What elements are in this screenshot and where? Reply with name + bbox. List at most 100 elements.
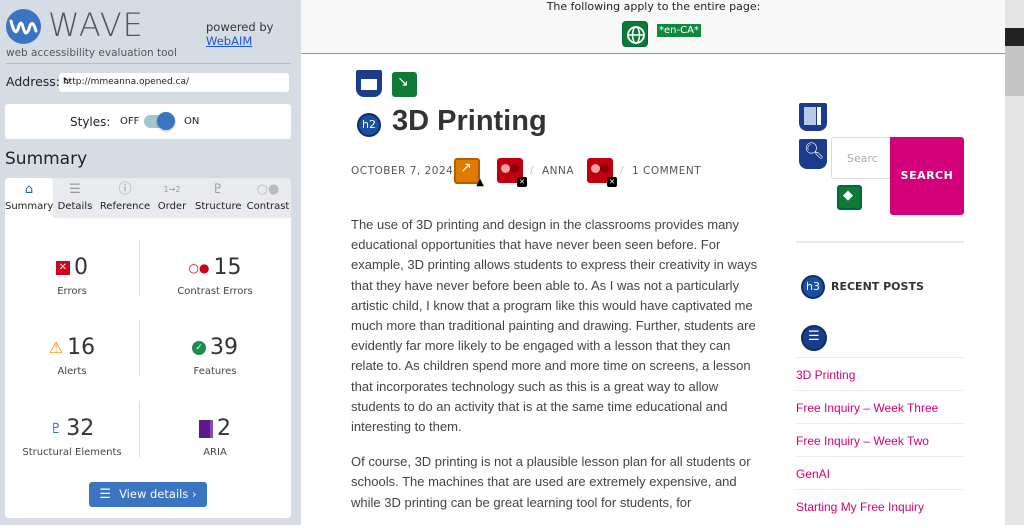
webaim-link[interactable]: WebAIM: [206, 34, 252, 48]
post-paragraph: Of course, 3D printing is not a plausibl…: [351, 454, 751, 510]
arrow-icon: ↗: [460, 160, 472, 176]
tab-reference[interactable]: ⓘ Reference: [97, 178, 153, 218]
arrow-icon: ↘: [397, 74, 409, 90]
stat-contrast-errors[interactable]: ○● 15 Contrast Errors: [139, 255, 291, 297]
summary-heading: Summary: [5, 149, 88, 169]
features-label: Features: [193, 366, 237, 377]
stat-errors[interactable]: ✕ 0 Errors: [5, 255, 139, 297]
styles-label: Styles:: [70, 115, 111, 129]
contrast-error-icon[interactable]: ✕: [587, 158, 617, 187]
landmark-icon-panel: [804, 107, 816, 125]
tab-order[interactable]: 1→2 Order: [155, 178, 189, 218]
window-edge-panel: [1005, 46, 1024, 96]
aria-label: ARIA: [203, 447, 227, 458]
alert-icon: ⚠: [48, 338, 64, 357]
contrast-errors-label: Contrast Errors: [177, 286, 253, 297]
recent-posts-list: 3D Printing Free Inquiry – Week Three Fr…: [796, 357, 964, 522]
page-content: ↘ h2 3D Printing OCTOBER 7, 2024 ↗ ▲ ✕ /…: [302, 55, 1004, 525]
tab-structure[interactable]: ♇ Structure: [195, 178, 242, 218]
alerts-count: 16: [67, 335, 96, 360]
recent-post-link[interactable]: Free Inquiry – Week Three: [796, 390, 964, 423]
search-input[interactable]: Search: [831, 137, 891, 179]
wave-logo-text: WAVE: [48, 6, 144, 44]
post-paragraph: The use of 3D printing and design in the…: [351, 217, 758, 435]
contrast-dot-dark: [600, 164, 609, 173]
view-details-button[interactable]: ☰ View details ›: [89, 482, 207, 507]
post-body: The use of 3D printing and design in the…: [351, 215, 761, 528]
label-tag-icon[interactable]: ◆: [837, 185, 862, 210]
list-icon: ☰: [99, 487, 112, 502]
recent-post-link[interactable]: GenAI: [796, 456, 964, 489]
styles-off-label: OFF: [120, 116, 140, 127]
recent-post-link[interactable]: 3D Printing: [796, 357, 964, 390]
tab-summary[interactable]: ⌂ Summary: [5, 178, 53, 218]
post-date[interactable]: OCTOBER 7, 2024: [351, 165, 453, 177]
error-icon: ✕: [56, 261, 70, 275]
reload-icon[interactable]: ↻: [63, 77, 283, 87]
feature-check-icon: ✓: [192, 341, 206, 355]
contrast-error-icon[interactable]: ✕: [497, 158, 527, 187]
wave-tabs: ⌂ Summary ☰ Details ⓘ Reference 1→2 Orde…: [5, 178, 291, 218]
info-icon: ⓘ: [118, 182, 132, 197]
features-count: 39: [210, 335, 238, 360]
powered-by: powered by WebAIM: [206, 20, 273, 48]
recent-post-link[interactable]: Free Inquiry – Week Two: [796, 423, 964, 456]
warning-icon: ▲: [476, 177, 484, 188]
tab-contrast[interactable]: ○● Contrast: [245, 178, 291, 218]
address-input[interactable]: http://mmeanna.opened.ca/ ↻: [59, 73, 289, 92]
errors-count: 0: [74, 255, 88, 280]
wave-subtitle: web accessibility evaluation tool: [6, 47, 177, 59]
recent-post-link[interactable]: Starting My Free Inquiry: [796, 489, 964, 522]
contrast-icon: ○●: [256, 182, 280, 197]
language-badge: *en-CA*: [657, 24, 701, 37]
list-icon[interactable]: ☰: [801, 325, 827, 351]
language-globe-icon[interactable]: [622, 21, 648, 47]
post-comments-link[interactable]: 1 COMMENT: [632, 165, 701, 177]
stat-structural[interactable]: ♇ 32 Structural Elements: [5, 416, 139, 458]
post-author[interactable]: ANNA: [542, 165, 574, 177]
close-icon: ✕: [517, 177, 527, 187]
structure-icon: ♇: [212, 182, 224, 197]
tag-icon: ◆: [843, 188, 853, 203]
home-icon: ⌂: [24, 182, 34, 197]
structural-label: Structural Elements: [22, 447, 122, 458]
structural-count: 32: [66, 416, 95, 441]
summary-panel: ✕ 0 Errors ○● 15 Contrast Errors ⚠ 16 Alert…: [5, 218, 291, 518]
aria-icon: [199, 420, 213, 438]
tab-label: Contrast: [246, 201, 290, 212]
structure-icon: ♇: [49, 421, 63, 437]
order-icon: 1→2: [163, 185, 181, 194]
styles-toggle[interactable]: [144, 112, 175, 130]
post-title: 3D Printing: [392, 105, 547, 137]
widget-divider: [796, 241, 964, 243]
toggle-knob[interactable]: [157, 112, 175, 130]
h3-badge[interactable]: h3: [801, 275, 825, 299]
view-details-label: View details ›: [119, 487, 197, 501]
divider: [6, 63, 291, 64]
stat-features[interactable]: ✓ 39 Features: [139, 335, 291, 377]
complementary-landmark-icon[interactable]: [799, 103, 827, 131]
contrast-dot-light: [501, 164, 510, 173]
meta-separator: /: [530, 165, 534, 176]
styles-on-label: ON: [184, 116, 200, 127]
h2-badge[interactable]: h2: [357, 113, 381, 137]
stat-aria[interactable]: 2 ARIA: [139, 416, 291, 458]
list-icon: ☰: [69, 182, 81, 197]
meta-separator: /: [620, 165, 624, 176]
main-landmark-icon[interactable]: [356, 70, 382, 97]
search-icon: 🔍︎: [804, 141, 825, 160]
stat-alerts[interactable]: ⚠ 16 Alerts: [5, 335, 139, 377]
tab-details[interactable]: ☰ Details: [55, 178, 95, 218]
alerts-label: Alerts: [57, 366, 87, 377]
search-landmark-icon[interactable]: 🔍︎: [799, 139, 827, 169]
wave-sidebar: WAVE web accessibility evaluation tool p…: [0, 0, 301, 525]
list-glyph: ☰: [808, 329, 820, 344]
skip-link-icon[interactable]: ↘: [392, 72, 417, 97]
close-icon: ✕: [607, 177, 617, 187]
window-edge-bar: [1005, 28, 1024, 46]
page-level-text: The following apply to the entire page:: [546, 0, 761, 13]
redundant-link-alert-icon[interactable]: ↗ ▲: [454, 158, 484, 188]
address-label: Address:: [6, 74, 60, 89]
search-button[interactable]: SEARCH: [890, 137, 964, 215]
powered-by-text: powered by: [206, 20, 274, 34]
